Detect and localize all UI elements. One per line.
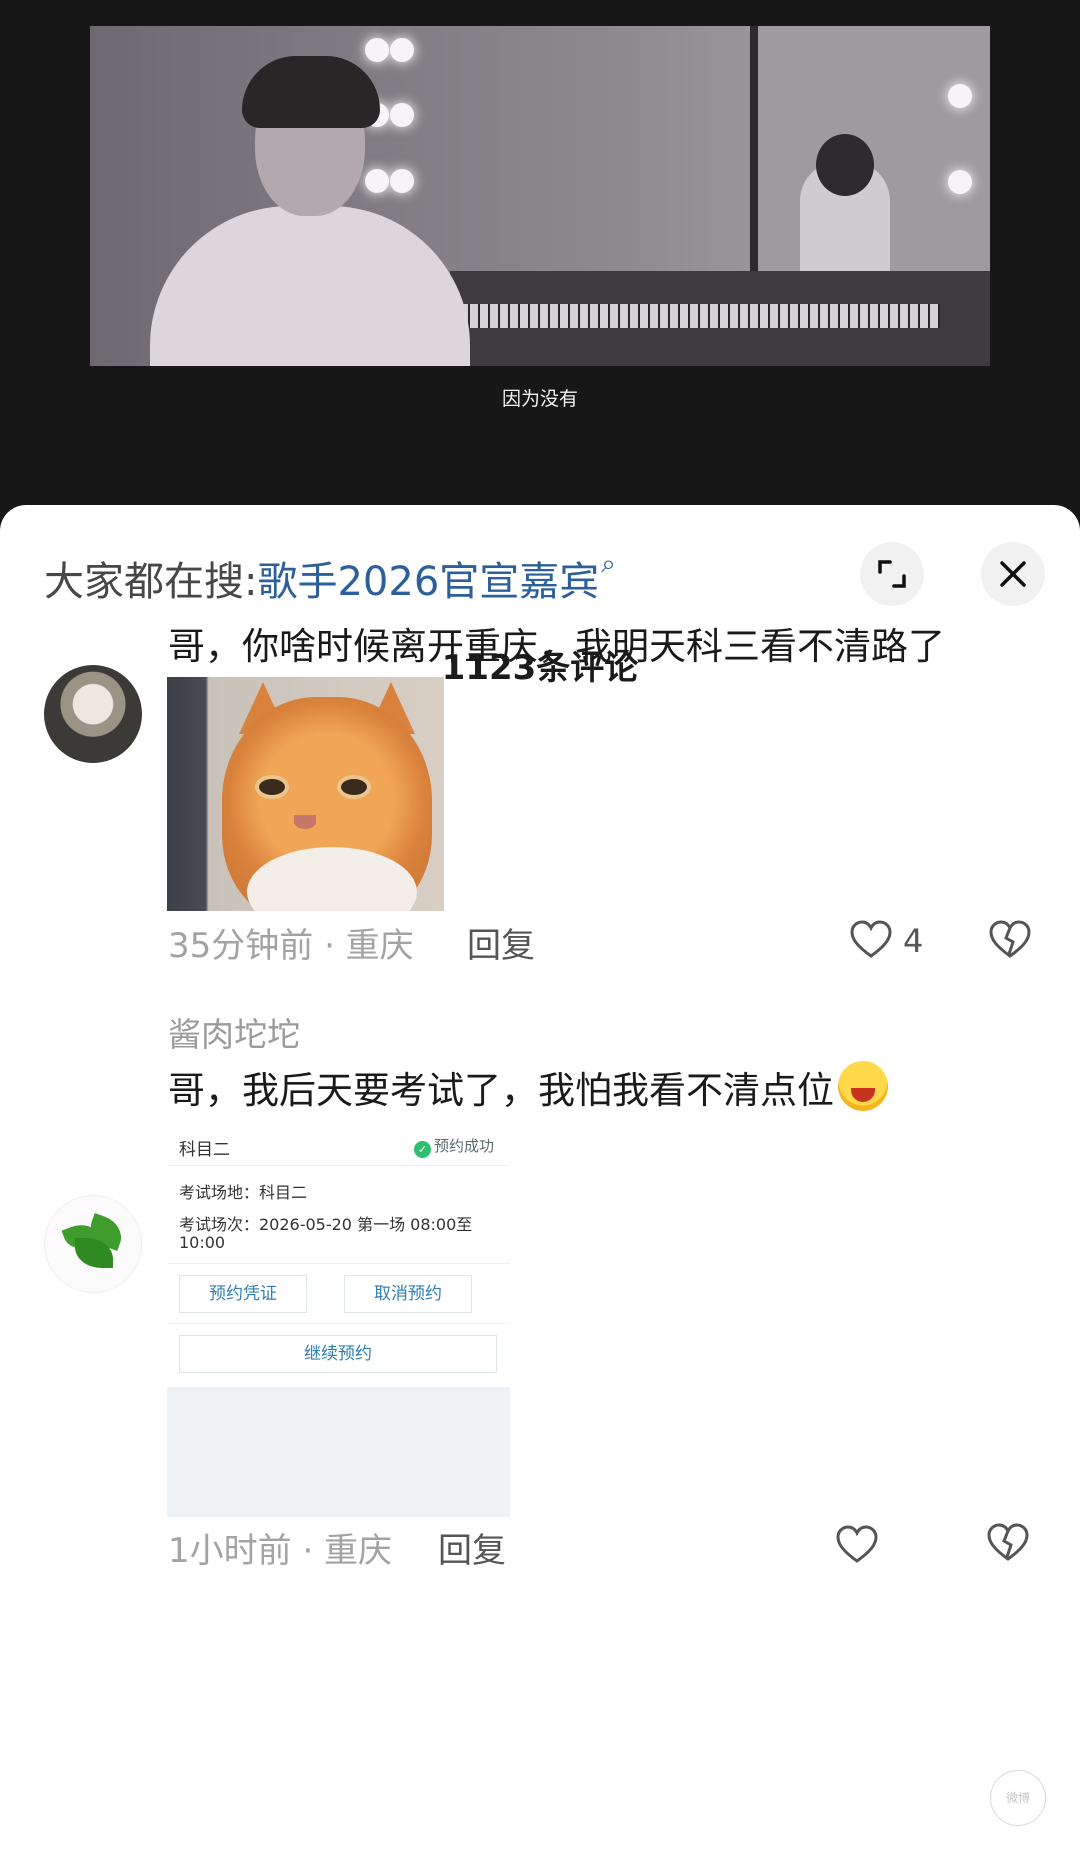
divider — [167, 1263, 510, 1264]
cat-nose — [294, 815, 316, 829]
laughing-crying-emoji-icon — [838, 1061, 888, 1111]
cat-eye — [255, 775, 289, 799]
booking-status-label: 预约成功 — [433, 1137, 494, 1155]
video-player[interactable]: 因为没有 — [0, 0, 1080, 520]
screenshot-empty-area — [167, 1387, 510, 1517]
cat-eye — [337, 775, 371, 799]
check-icon: ✓ — [413, 1141, 431, 1158]
video-subtitle: 因为没有 — [501, 388, 578, 410]
search-icon: ⌕ — [601, 549, 616, 579]
trending-search-term[interactable]: 歌手2026官宣嘉宾 — [257, 559, 599, 605]
mirror-light — [365, 38, 389, 62]
comment-text: 哥，我后天要考试了，我怕我看不清点位 — [168, 1060, 888, 1114]
like-icon[interactable] — [835, 1525, 879, 1565]
booking-status: ✓ 预约成功 — [413, 1135, 494, 1158]
mirror-light — [948, 84, 972, 108]
background-person-head — [816, 134, 874, 196]
avatar[interactable] — [44, 1195, 142, 1293]
exam-session-end: 10:00 — [179, 1233, 226, 1252]
avatar[interactable] — [44, 665, 142, 763]
singer-shirt — [150, 206, 470, 366]
weibo-watermark: 微博 — [990, 1770, 1046, 1826]
comment-sheet: 大家都在搜:歌手2026官宣嘉宾⌕ 1123条评论 哥，你啥时候离开重庆，我明天… — [0, 505, 1080, 1852]
trending-search-prefix: 大家都在搜: — [44, 559, 258, 605]
expand-button[interactable] — [860, 542, 924, 606]
username[interactable]: 酱肉坨坨 — [168, 1008, 300, 1056]
close-button[interactable] — [981, 542, 1045, 606]
reply-button[interactable]: 回复 — [467, 918, 535, 967]
dislike-icon[interactable] — [988, 920, 1032, 960]
like-icon[interactable] — [849, 920, 893, 960]
divider — [167, 1323, 510, 1324]
mirror-light — [390, 38, 414, 62]
cancel-booking-button: 取消预约 — [344, 1275, 472, 1313]
dislike-icon[interactable] — [986, 1521, 1030, 1565]
singer-hair — [242, 56, 380, 128]
mirror-light — [948, 170, 972, 194]
comment-text: 哥，你啥时候离开重庆，我明天科三看不清路了 — [168, 625, 945, 668]
video-frame[interactable] — [90, 26, 990, 366]
continue-booking-button: 继续预约 — [179, 1335, 497, 1373]
close-icon — [1000, 561, 1026, 587]
exam-session: 考试场次：2026-05-20 第一场 08:00至 — [179, 1215, 473, 1234]
exam-venue: 考试场地：科目二 — [179, 1183, 308, 1202]
mirror-light — [390, 103, 414, 127]
comment-text-body: 哥，我后天要考试了，我怕我看不清点位 — [168, 1069, 834, 1112]
mirror-light — [390, 169, 414, 193]
expand-icon — [878, 560, 906, 588]
comment-meta: 1小时前 · 重庆 — [168, 1531, 393, 1571]
like-count: 4 — [903, 922, 924, 960]
trending-search-link[interactable]: 大家都在搜:歌手2026官宣嘉宾⌕ — [44, 549, 616, 607]
piano-keys — [460, 304, 940, 328]
booking-voucher-button: 预约凭证 — [179, 1275, 307, 1313]
comment-screenshot-image[interactable]: 科目二 ✓ 预约成功 考试场地：科目二 考试场次：2026-05-20 第一场 0… — [167, 1123, 510, 1517]
divider — [167, 1165, 510, 1166]
mirror-light — [365, 169, 389, 193]
reply-button[interactable]: 回复 — [438, 1523, 506, 1572]
comment-image[interactable] — [167, 677, 444, 911]
comment-meta: 35分钟前 · 重庆 — [168, 926, 414, 966]
